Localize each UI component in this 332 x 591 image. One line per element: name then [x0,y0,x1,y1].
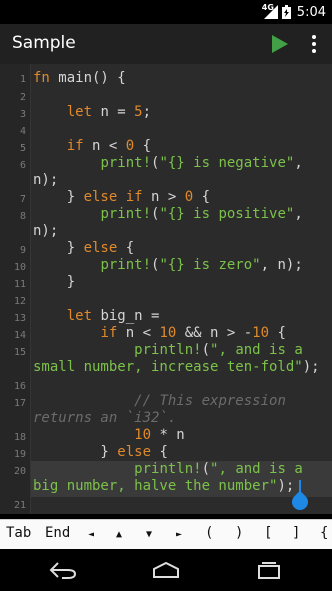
status-icons: 4G 5:04 [262,0,326,24]
code-line: big number, halve the number"); [33,478,295,494]
code-line: print!("{} is negative", [100,155,303,171]
signal-label: 4G [261,3,274,12]
code-line: if n < 0 { [66,138,152,154]
line-number: 20 [13,466,26,477]
code-line: small number, increase ten-fold"); [33,359,320,375]
key-close-bracket[interactable]: ] [292,525,300,541]
code-line: // This expression [134,393,286,409]
code-line: returns an `i32`. [33,410,177,426]
key-open-brace[interactable]: { [320,525,328,541]
line-number: 19 [13,449,26,460]
more-vert-icon[interactable] [307,33,321,55]
line-number: 2 [19,92,26,103]
line-number: 16 [13,381,26,392]
code-line: let n = 5; [66,104,152,120]
line-number: 1 [19,74,26,85]
recents-icon[interactable] [254,561,284,579]
line-number: 12 [13,296,26,307]
key-open-paren[interactable]: ( [205,525,213,541]
code-line: } else { [33,444,168,460]
key-end[interactable]: End [45,525,70,541]
code-line: let big_n = [66,308,160,324]
code-line: } [33,274,76,290]
code-line: print!("{} is positive", [100,206,303,222]
app-title: Sample [12,33,76,53]
line-number: 6 [19,160,26,171]
line-number: 13 [13,313,26,324]
code-line: if n < 10 && n > -10 { [100,325,286,341]
code-line: } else if n > 0 { [33,189,211,205]
home-icon[interactable] [151,561,181,579]
signal-icon: 4G [261,3,278,19]
code-line: println!(", and is a [134,461,303,477]
play-icon[interactable] [268,33,290,55]
line-number: 18 [13,432,26,443]
code-line: n); [33,223,59,239]
key-up-arrow[interactable]: ▲ [116,529,122,540]
key-left-arrow[interactable]: ◄ [88,529,94,540]
line-number: 10 [13,262,26,273]
code-editor[interactable]: 1 2 3 4 5 6 7 8 9 10 11 12 13 14 15 16 1… [0,64,332,514]
clock: 5:04 [296,4,326,20]
line-number: 14 [13,330,26,341]
code-line: 10 * n [134,427,185,443]
battery-icon [281,5,291,19]
code-line: fn main() { [33,70,126,86]
status-bar: 4G 5:04 [0,0,332,24]
line-number: 21 [13,500,26,511]
key-down-arrow[interactable]: ▼ [146,529,152,540]
code-line: print!("{} is zero", n); [100,257,303,273]
line-number: 7 [19,194,26,205]
line-number: 3 [19,109,26,120]
line-number: 4 [19,126,26,137]
line-number-gutter: 1 2 3 4 5 6 7 8 9 10 11 12 13 14 15 16 1… [0,64,31,514]
line-number: 8 [19,211,26,222]
app-bar: Sample [0,24,332,64]
code-line: println!(", and is a [134,342,303,358]
key-tab[interactable]: Tab [6,525,31,541]
extra-keys-bar: Tab End ◄ ▲ ▼ ► ( ) [ ] { [0,519,332,550]
key-close-paren[interactable]: ) [235,525,243,541]
line-number: 15 [13,347,26,358]
key-right-arrow[interactable]: ► [176,529,182,540]
line-number: 17 [13,398,26,409]
key-open-bracket[interactable]: [ [264,525,272,541]
code-line: n); [33,172,59,188]
line-number: 11 [13,279,26,290]
line-number: 9 [19,245,26,256]
code-line: } else { [33,240,135,256]
system-nav-bar [0,549,332,591]
back-icon[interactable] [48,560,78,580]
line-number: 5 [19,143,26,154]
